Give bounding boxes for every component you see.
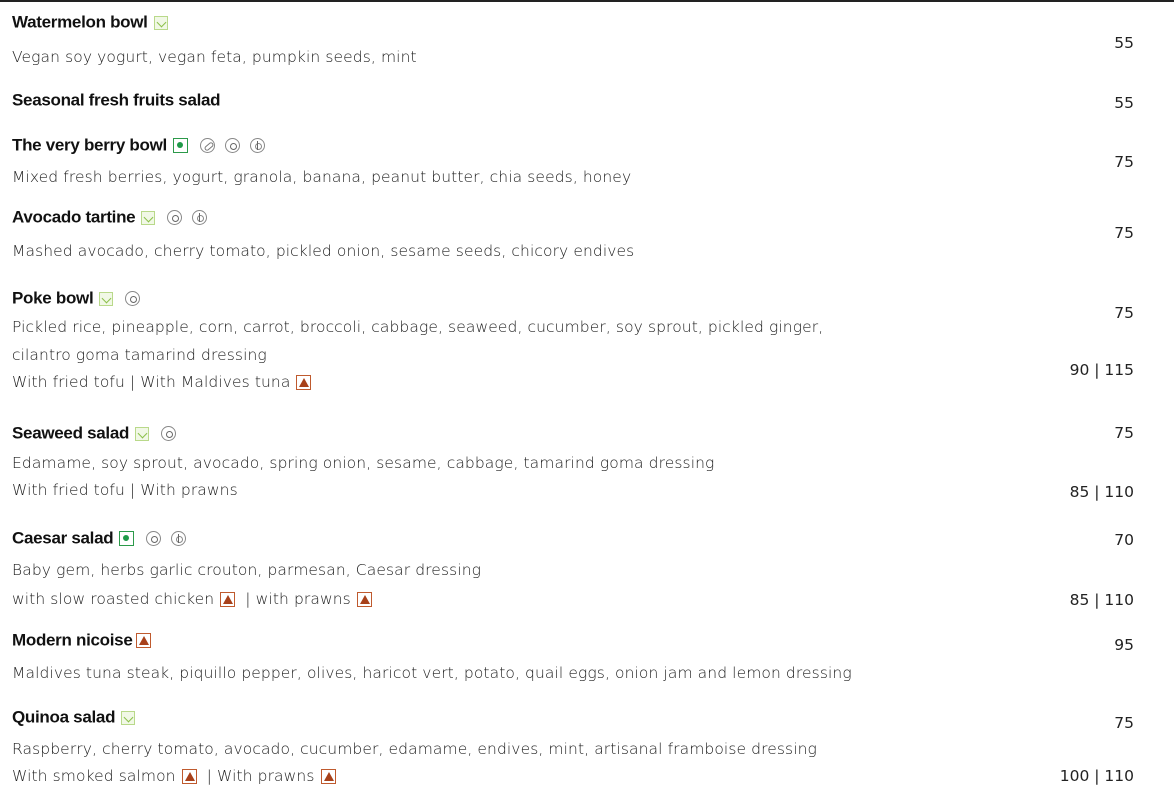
item-option: With smoked salmon | With prawns [12,766,336,786]
item-price: 55 [1114,94,1134,112]
menu-item-title: Poke bowl [12,288,141,308]
option-price: 90 | 115 [1069,361,1134,379]
item-description-continued: cilantro goma tamarind dressing [12,346,267,364]
menu-item-title: Quinoa salad [12,707,136,727]
item-option: With fried tofu | With Maldives tuna [12,372,312,392]
sustainable-seafood-icon [320,769,336,784]
item-name: Avocado tartine [12,207,136,227]
vegan-icon [99,291,114,306]
option-price: 85 | 110 [1069,483,1134,501]
item-name: Poke bowl [12,288,94,308]
gluten-icon [192,210,208,226]
spiral-icon [146,531,162,547]
item-price: 95 [1114,636,1134,654]
item-price: 75 [1114,424,1134,442]
spiral-icon [125,291,141,307]
vegan-icon [141,210,156,225]
spiral-icon [167,210,183,226]
option-text: With fried tofu | With Maldives tuna [12,373,291,391]
item-name: The very berry bowl [12,135,167,155]
menu-item-title: Seasonal fresh fruits salad [12,90,221,110]
item-price: 75 [1114,153,1134,171]
menu-item-title: Watermelon bowl [12,12,168,32]
item-name: Seaweed salad [12,423,130,443]
sustainable-seafood-icon [181,769,197,784]
option-text: With smoked salmon [12,767,176,785]
item-price: 75 [1114,304,1134,322]
item-price: 75 [1114,714,1134,732]
item-option: with slow roasted chicken | with prawns [12,589,372,609]
vegan-icon [121,710,136,725]
item-description: Vegan soy yogurt, vegan feta, pumpkin se… [12,48,417,66]
sustainable-seafood-icon [220,592,236,607]
item-price: 55 [1114,34,1134,52]
vegetarian-icon [172,138,188,154]
item-description: Mashed avocado, cherry tomato, pickled o… [12,242,635,260]
menu-item-title: The very berry bowl [12,135,265,155]
item-name: Watermelon bowl [12,12,148,32]
nuts-icon [199,138,215,154]
sustainable-seafood-icon [296,375,312,390]
option-price: 85 | 110 [1069,591,1134,609]
vegetarian-icon [119,531,135,547]
item-name: Caesar salad [12,528,114,548]
item-description: Edamame, soy sprout, avocado, spring oni… [12,454,715,472]
item-description: Pickled rice, pineapple, corn, carrot, b… [12,318,824,336]
item-price: 75 [1114,224,1134,242]
menu-item-title: Modern nicoise [12,630,151,650]
item-description: Mixed fresh berries, yogurt, granola, ba… [12,168,632,186]
gluten-icon [171,531,187,547]
option-text: | with prawns [245,590,351,608]
spiral-icon [224,138,240,154]
vegan-icon [153,15,168,30]
sustainable-seafood-icon [356,592,372,607]
item-name: Seasonal fresh fruits salad [12,90,221,110]
item-description: Baby gem, herbs garlic crouton, parmesan… [12,561,482,579]
option-text: with slow roasted chicken [12,590,215,608]
item-option: With fried tofu | With prawns [12,481,238,499]
option-price: 100 | 110 [1059,767,1134,785]
top-rule [0,0,1174,2]
vegan-icon [135,426,150,441]
gluten-icon [249,138,265,154]
sustainable-seafood-icon [135,633,151,649]
menu-item-title: Caesar salad [12,528,187,548]
menu-item-title: Avocado tartine [12,207,208,227]
item-name: Quinoa salad [12,707,116,727]
item-description: Raspberry, cherry tomato, avocado, cucum… [12,740,817,758]
item-name: Modern nicoise [12,630,133,650]
item-description: Maldives tuna steak, piquillo pepper, ol… [12,664,852,682]
item-price: 70 [1114,531,1134,549]
menu-item-title: Seaweed salad [12,423,177,443]
option-text: | With prawns [206,767,315,785]
spiral-icon [161,426,177,442]
